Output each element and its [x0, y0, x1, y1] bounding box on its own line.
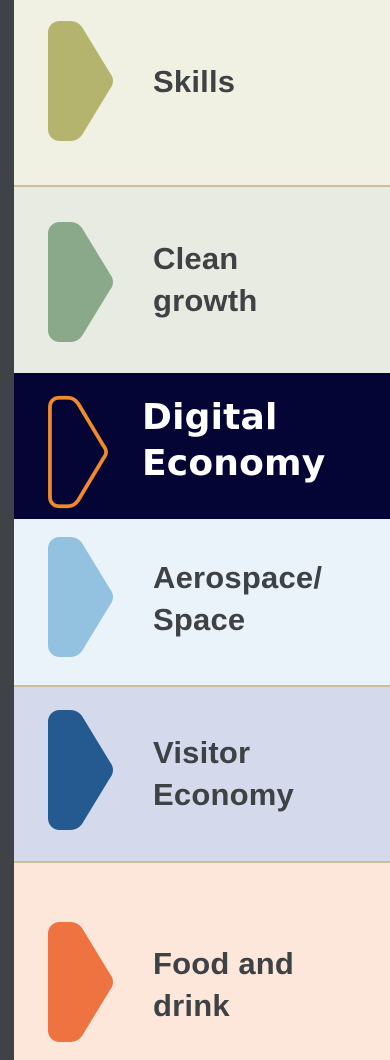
sector-label: Clean growth — [153, 238, 382, 322]
sector-label-line1: Aerospace/ — [153, 560, 323, 595]
sector-item-aerospace-space[interactable]: Aerospace/ Space — [14, 519, 390, 685]
sector-item-clean-growth[interactable]: Clean growth — [14, 187, 390, 373]
sector-label: Visitor Economy — [153, 732, 382, 816]
sector-label-line2: Economy — [153, 777, 294, 812]
sector-label-line2: growth — [153, 283, 258, 318]
sector-label-line1: Skills — [153, 64, 236, 99]
sector-label-line2: drink — [153, 988, 230, 1023]
sector-label: Aerospace/ Space — [153, 557, 382, 641]
sector-label: Food and drink — [153, 943, 382, 1027]
chevron-right-icon — [48, 537, 113, 657]
sector-item-visitor-economy[interactable]: Visitor Economy — [14, 687, 390, 861]
sector-label-line2: Economy — [142, 443, 326, 484]
sector-item-digital-economy[interactable]: Digital Economy — [14, 373, 390, 519]
sector-item-skills[interactable]: Skills — [14, 0, 390, 185]
chevron-right-icon — [48, 222, 113, 342]
sector-label-line1: Digital — [142, 397, 278, 438]
chevron-right-icon — [48, 922, 113, 1042]
chevron-right-outline-icon — [48, 395, 108, 509]
sector-label-line2: Space — [153, 602, 246, 637]
chevron-right-icon — [48, 21, 113, 141]
sector-label: Digital Economy — [142, 395, 382, 487]
sector-item-food-and-drink[interactable]: Food and drink — [14, 863, 390, 1060]
sector-nav: Skills Clean growth Digital Economy Aero… — [14, 0, 390, 1060]
sector-label: Skills — [153, 61, 382, 103]
sector-label-line1: Clean — [153, 241, 239, 276]
chevron-right-icon — [48, 710, 113, 830]
sector-label-line1: Food and — [153, 946, 295, 981]
sector-label-line1: Visitor — [153, 735, 251, 770]
app-frame: Skills Clean growth Digital Economy Aero… — [0, 0, 390, 1060]
